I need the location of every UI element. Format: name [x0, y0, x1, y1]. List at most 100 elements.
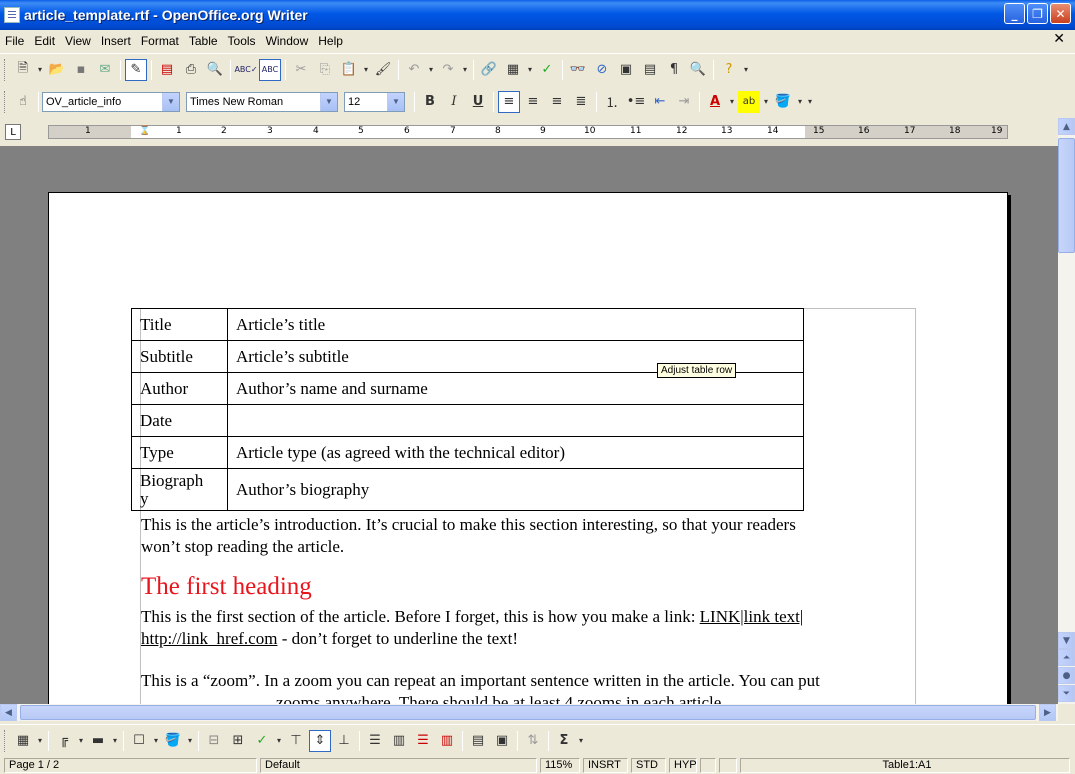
center-vertically-icon[interactable]: ⇕: [309, 729, 331, 752]
autoformat-icon[interactable]: ▤: [467, 730, 489, 752]
menu-file[interactable]: File: [0, 34, 29, 48]
minimize-button[interactable]: _: [1004, 3, 1025, 24]
close-document-icon[interactable]: ✕: [1053, 31, 1065, 47]
increase-indent-icon[interactable]: ⇥: [673, 91, 695, 113]
close-button[interactable]: ✕: [1050, 3, 1071, 24]
gallery-icon[interactable]: ▣: [615, 59, 637, 81]
line-style-icon[interactable]: ╔: [53, 730, 75, 752]
copy-icon[interactable]: ⎘: [314, 59, 336, 81]
link-url[interactable]: http://link_href.com: [141, 629, 277, 648]
menu-table[interactable]: Table: [184, 34, 223, 48]
undo-dropdown-icon[interactable]: ▾: [427, 59, 435, 81]
menu-window[interactable]: Window: [261, 34, 314, 48]
document-area[interactable]: Title Article’s title Subtitle Article’s…: [0, 146, 1058, 704]
redo-icon[interactable]: ↷: [437, 59, 459, 81]
vertical-scrollbar[interactable]: ▲ ▼ ⏶ ● ⏷: [1058, 118, 1075, 704]
background-color-icon[interactable]: 🪣: [772, 91, 794, 113]
toolbar-grip[interactable]: [4, 90, 7, 113]
menu-view[interactable]: View: [60, 34, 96, 48]
maximize-button[interactable]: ❐: [1027, 3, 1048, 24]
table-dropdown-icon[interactable]: ▾: [526, 59, 534, 81]
first-section-paragraph[interactable]: This is the first section of the article…: [141, 606, 803, 650]
selection-mode-indicator[interactable]: STD: [631, 758, 666, 773]
chevron-down-icon[interactable]: ▼: [320, 92, 337, 111]
zoom-paragraph[interactable]: This is a “zoom”. In a zoom you can repe…: [141, 670, 820, 704]
previous-page-icon[interactable]: ⏶: [1058, 649, 1075, 666]
sort-icon[interactable]: ⇅: [522, 730, 544, 752]
document-page[interactable]: Title Article’s title Subtitle Article’s…: [48, 192, 1008, 704]
horizontal-scrollbar[interactable]: ◀ ▶: [0, 704, 1058, 721]
spellcheck-icon[interactable]: ABC✓: [234, 59, 257, 81]
table-cell-key[interactable]: Title: [131, 308, 228, 341]
align-top-icon[interactable]: ⊤: [285, 730, 307, 752]
export-pdf-icon[interactable]: ▤: [156, 59, 178, 81]
zoom-icon[interactable]: 🔍: [687, 59, 709, 81]
background-dropdown-icon[interactable]: ▾: [796, 91, 804, 113]
toolbar-grip[interactable]: [4, 58, 7, 81]
table-row[interactable]: Biograph y Author’s biography: [131, 468, 804, 511]
table-cell-key[interactable]: Subtitle: [131, 340, 228, 373]
align-center-icon[interactable]: ≡: [522, 91, 544, 113]
scroll-left-icon[interactable]: ◀: [0, 704, 17, 721]
border-color-dropdown-icon[interactable]: ▾: [111, 730, 119, 752]
menu-help[interactable]: Help: [313, 34, 348, 48]
toolbar-grip[interactable]: [4, 729, 7, 752]
menu-format[interactable]: Format: [136, 34, 184, 48]
highlight-dropdown-icon[interactable]: ▾: [762, 91, 770, 113]
chevron-down-icon[interactable]: ▼: [387, 92, 404, 111]
insert-row-icon[interactable]: ☰: [364, 730, 386, 752]
navigator-icon[interactable]: ⊘: [591, 59, 613, 81]
zoom-indicator[interactable]: 115%: [540, 758, 580, 773]
scroll-up-icon[interactable]: ▲: [1058, 118, 1075, 135]
scroll-down-icon[interactable]: ▼: [1058, 632, 1075, 649]
borders-icon[interactable]: ☐: [128, 730, 150, 752]
background-color-icon[interactable]: 🪣: [162, 730, 184, 752]
vertical-scroll-thumb[interactable]: [1058, 138, 1075, 253]
paste-dropdown-icon[interactable]: ▾: [362, 59, 370, 81]
page-indicator[interactable]: Page 1 / 2: [4, 758, 257, 773]
open-folder-icon[interactable]: 📂: [46, 59, 68, 81]
table-cell-value[interactable]: Article’s title: [227, 308, 804, 341]
table-icon[interactable]: ▦: [12, 730, 34, 752]
article-info-table[interactable]: Title Article’s title Subtitle Article’s…: [131, 308, 804, 511]
insert-mode-indicator[interactable]: INSRT: [583, 758, 628, 773]
split-cells-icon[interactable]: ⊞: [227, 730, 249, 752]
data-sources-icon[interactable]: ▤: [639, 59, 661, 81]
auto-spellcheck-icon[interactable]: ABC: [259, 58, 281, 81]
table-properties-icon[interactable]: ▣: [491, 730, 513, 752]
line-style-dropdown-icon[interactable]: ▾: [77, 730, 85, 752]
styles-formatting-icon[interactable]: ☝: [12, 91, 34, 113]
edit-file-icon[interactable]: ✎: [125, 58, 147, 81]
numbering-icon[interactable]: ⒈: [601, 91, 623, 113]
font-color-icon[interactable]: A: [704, 91, 726, 113]
bold-icon[interactable]: B: [419, 91, 441, 113]
cut-icon[interactable]: ✂: [290, 59, 312, 81]
table-row[interactable]: Type Article type (as agreed with the te…: [131, 436, 804, 469]
justify-icon[interactable]: ≣: [570, 91, 592, 113]
find-replace-icon[interactable]: 👓: [567, 59, 589, 81]
sum-icon[interactable]: Σ: [553, 730, 575, 752]
insert-table-icon[interactable]: ▦: [502, 59, 524, 81]
align-bottom-icon[interactable]: ⊥: [333, 730, 355, 752]
decrease-indent-icon[interactable]: ⇤: [649, 91, 671, 113]
table-cell-key[interactable]: Author: [131, 372, 228, 405]
align-right-icon[interactable]: ≡: [546, 91, 568, 113]
font-name-select[interactable]: Times New Roman ▼: [186, 91, 338, 112]
table-dropdown-icon[interactable]: ▾: [36, 730, 44, 752]
paste-icon[interactable]: 📋: [338, 59, 360, 81]
navigation-icon[interactable]: ●: [1058, 667, 1075, 684]
email-icon[interactable]: ✉: [94, 59, 116, 81]
bullets-icon[interactable]: •≡: [625, 91, 647, 113]
delete-row-icon[interactable]: ☰: [412, 730, 434, 752]
toolbar-options-icon[interactable]: ▾: [577, 730, 585, 752]
clone-formatting-icon[interactable]: 🖌: [372, 59, 394, 81]
table-cell-value[interactable]: Author’s biography: [227, 468, 804, 511]
table-row[interactable]: Date: [131, 404, 804, 437]
link-placeholder[interactable]: LINK|link text|: [700, 607, 804, 626]
formatting-marks-icon[interactable]: ¶: [663, 59, 685, 81]
optimize-icon[interactable]: ✓: [251, 730, 273, 752]
redo-dropdown-icon[interactable]: ▾: [461, 59, 469, 81]
page-preview-icon[interactable]: 🔍: [204, 59, 226, 81]
table-cell-key[interactable]: Date: [131, 404, 228, 437]
border-color-icon[interactable]: ▬: [87, 730, 109, 752]
